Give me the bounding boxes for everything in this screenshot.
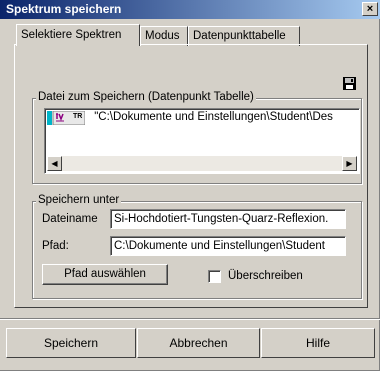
chevron-left-icon: ◀: [51, 159, 58, 168]
filename-label: Dateiname: [42, 213, 98, 225]
path-input[interactable]: C:\Dokumente und Einstellungen\Student: [110, 236, 346, 256]
tab-label: Modus: [145, 30, 180, 42]
close-icon: ×: [366, 3, 374, 15]
choose-path-button[interactable]: Pfad auswählen: [42, 264, 168, 285]
filename-input[interactable]: Si-Hochdotiert-Tungsten-Quarz-Reflexion.: [110, 209, 346, 229]
help-button[interactable]: Hilfe: [261, 328, 375, 358]
save-under-group-label: Speichern unter: [36, 194, 122, 206]
tab-label: Selektiere Spektren: [21, 29, 122, 41]
close-button[interactable]: ×: [362, 2, 378, 16]
file-listbox[interactable]: TR "C:\Dokumente und Einstellungen\Stude…: [44, 108, 360, 174]
tab-datenpunkttabelle[interactable]: Datenpunkttabelle: [188, 26, 300, 46]
overwrite-checkbox[interactable]: [208, 270, 221, 283]
scroll-right-button[interactable]: ▶: [342, 156, 357, 171]
scroll-left-button[interactable]: ◀: [47, 156, 62, 171]
tab-label: Datenpunkttabelle: [193, 30, 286, 42]
floppy-disk-icon[interactable]: [343, 77, 356, 90]
spectrum-tr-text: TR: [73, 113, 83, 120]
tab-modus[interactable]: Modus: [140, 26, 188, 46]
cancel-button[interactable]: Abbrechen: [137, 328, 260, 358]
save-button[interactable]: Speichern: [6, 328, 136, 358]
file-path-text: "C:\Dokumente und Einstellungen\Student\…: [94, 111, 333, 123]
file-group-label: Datei zum Speichern (Datenpunkt Tabelle): [36, 91, 256, 103]
horizontal-scrollbar[interactable]: ◀ ▶: [47, 156, 357, 171]
chevron-right-icon: ▶: [346, 159, 353, 168]
separator: [0, 318, 380, 320]
tab-selektiere-spektren[interactable]: Selektiere Spektren: [16, 24, 140, 46]
dialog-window: Spektrum speichern × Selektiere Spektren…: [0, 0, 380, 371]
window-title: Spektrum speichern: [6, 2, 122, 16]
overwrite-label: Überschreiben: [228, 270, 303, 282]
path-label: Pfad:: [42, 240, 69, 252]
title-bar[interactable]: Spektrum speichern ×: [0, 0, 380, 19]
list-item[interactable]: TR "C:\Dokumente und Einstellungen\Stude…: [47, 110, 333, 127]
